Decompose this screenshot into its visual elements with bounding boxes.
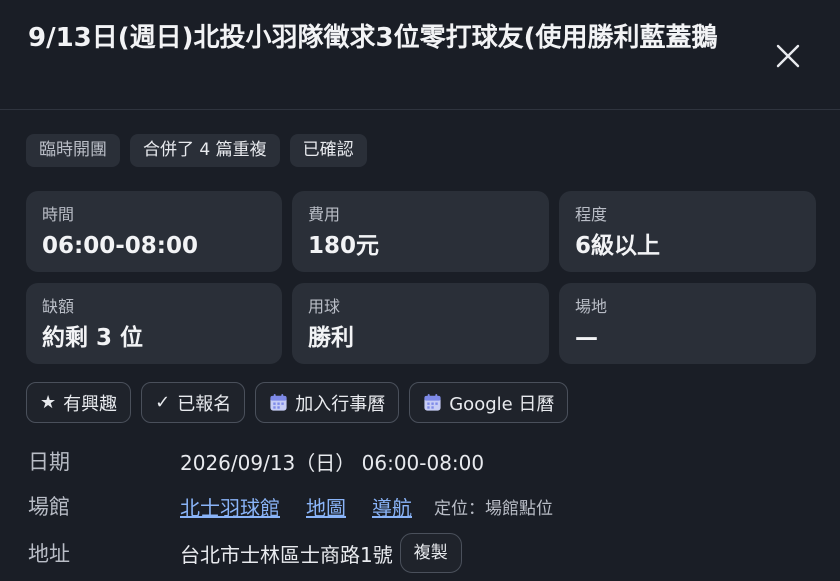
venue-links: 北士羽球館 地圖 導航 定位：場館點位 — [180, 492, 553, 521]
card-value: 勝利 — [308, 325, 354, 351]
info-row-date: 日期 2026/09/13（日） 06:00-08:00 — [28, 444, 484, 478]
action-bar: ★ 有興趣 ✓ 已報名 加入行事曆 Google 日曆 — [26, 382, 569, 423]
card-value: 06:00-08:00 — [42, 233, 198, 259]
info-row-venue: 場館 北士羽球館 地圖 導航 定位：場館點位 — [28, 489, 553, 523]
location-hint: 定位：場館點位 — [434, 498, 553, 519]
tag-temporary-group: 臨時開團 — [26, 134, 120, 167]
tag-confirmed: 已確認 — [289, 134, 367, 167]
card-label: 時間 — [42, 205, 75, 224]
interested-button[interactable]: ★ 有興趣 — [26, 382, 132, 423]
card-court: 場地 — — [559, 283, 816, 364]
map-link[interactable]: 地圖 — [306, 492, 346, 521]
card-value: 約剩 3 位 — [42, 325, 144, 351]
calendar-icon — [424, 393, 441, 411]
address-label: 地址 — [28, 542, 70, 566]
add-calendar-label: 加入行事曆 — [295, 393, 386, 415]
date-label: 日期 — [28, 450, 70, 474]
add-calendar-button[interactable]: 加入行事曆 — [255, 382, 400, 423]
card-value: 180元 — [308, 233, 380, 259]
card-label: 費用 — [308, 205, 341, 224]
card-fee: 費用 180元 — [292, 191, 549, 272]
card-value: — — [575, 325, 598, 351]
card-label: 缺額 — [42, 297, 75, 316]
detail-cards: 時間 06:00-08:00 費用 180元 程度 6級以上 缺額 約剩 3 位… — [26, 191, 816, 364]
close-icon — [776, 44, 800, 68]
tag-list: 臨時開團 合併了 4 篇重複 已確認 — [26, 134, 367, 167]
card-value: 6級以上 — [575, 233, 661, 259]
card-shuttlecock: 用球 勝利 — [292, 283, 549, 364]
dialog-header: 9/13日(週日)北投小羽隊徵求3位零打球友(使用勝利藍蓋鵝 — [0, 0, 840, 110]
venue-name-link[interactable]: 北士羽球館 — [180, 492, 280, 521]
venue-label: 場館 — [28, 495, 70, 519]
star-icon: ★ — [40, 391, 57, 413]
card-time: 時間 06:00-08:00 — [26, 191, 282, 272]
calendar-icon — [270, 393, 287, 411]
card-label: 用球 — [308, 297, 341, 316]
card-label: 場地 — [575, 297, 608, 316]
signed-up-label: 已報名 — [177, 393, 232, 415]
google-calendar-label: Google 日曆 — [449, 393, 555, 415]
tag-merged-duplicates: 合併了 4 篇重複 — [130, 134, 280, 167]
card-label: 程度 — [575, 205, 608, 224]
interested-label: 有興趣 — [63, 393, 118, 415]
card-vacancy: 缺額 約剩 3 位 — [26, 283, 282, 364]
navigation-link[interactable]: 導航 — [372, 492, 412, 521]
info-row-address: 地址 台北市士林區士商路1號 複製 — [28, 532, 462, 574]
date-value: 2026/09/13（日） 06:00-08:00 — [180, 450, 485, 475]
card-level: 程度 6級以上 — [559, 191, 816, 272]
event-title: 9/13日(週日)北投小羽隊徵求3位零打球友(使用勝利藍蓋鵝 — [28, 23, 718, 53]
google-calendar-button[interactable]: Google 日曆 — [409, 382, 569, 423]
address-value: 台北市士林區士商路1號 — [180, 542, 393, 567]
copy-address-button[interactable]: 複製 — [399, 533, 462, 573]
check-icon: ✓ — [155, 391, 171, 413]
signed-up-button[interactable]: ✓ 已報名 — [141, 382, 246, 423]
close-button[interactable] — [766, 34, 810, 78]
